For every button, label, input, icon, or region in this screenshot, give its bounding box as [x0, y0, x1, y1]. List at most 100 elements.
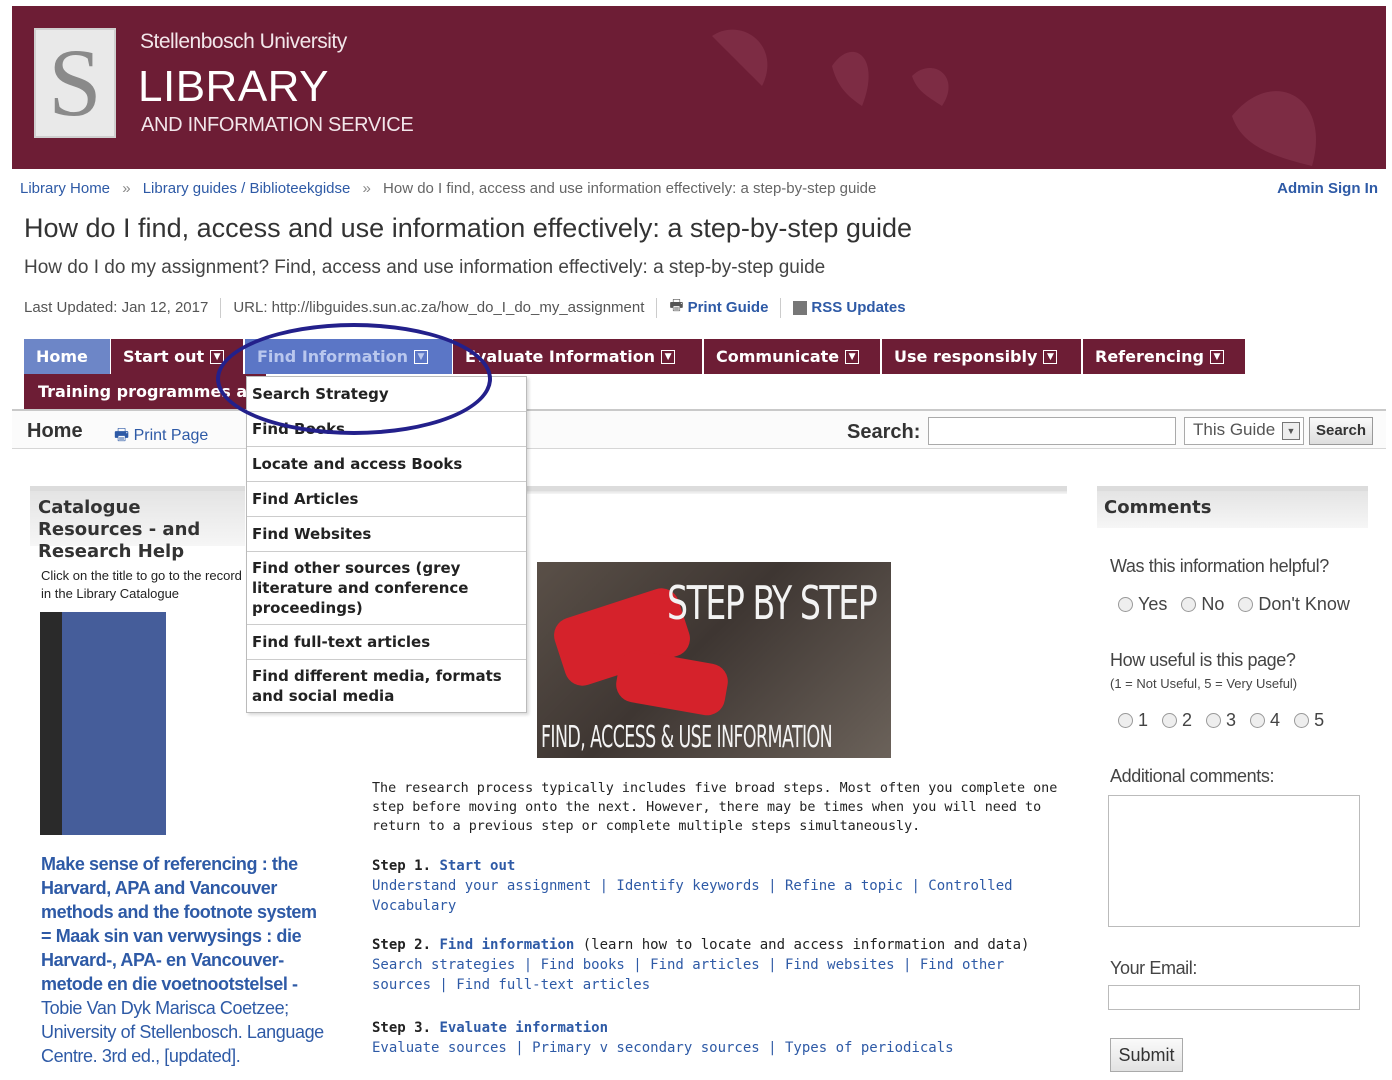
step-3-links[interactable]: Evaluate sources | Primary v secondary s…	[372, 1040, 954, 1056]
breadcrumb-separator: »	[362, 180, 371, 197]
radio-3[interactable]: 3	[1206, 710, 1236, 731]
chevron-down-icon[interactable]: ▼	[845, 349, 860, 364]
radio-no[interactable]: No	[1181, 594, 1224, 615]
header-banner: S Stellenbosch University LIBRARY AND IN…	[12, 6, 1386, 169]
step-2: Step 2. Find information (learn how to l…	[372, 935, 1062, 995]
book-record[interactable]: Make sense of referencing : the Harvard,…	[41, 852, 331, 1068]
chevron-down-icon[interactable]: ▼	[1282, 422, 1300, 440]
page-toolbar: Home 🖶 Print Page Search: This Guide ▼ Se…	[12, 409, 1386, 449]
chevron-down-icon[interactable]: ▼	[1043, 349, 1058, 364]
tab-communicate[interactable]: Communicate ▼	[704, 339, 881, 374]
divider	[220, 297, 222, 318]
guide-meta: Last Updated: Jan 12, 2017 URL: http://l…	[24, 295, 906, 320]
step-2-link[interactable]: Find information	[439, 937, 574, 953]
radio-circle-icon[interactable]	[1206, 713, 1222, 728]
library-name: LIBRARY	[138, 62, 329, 111]
university-logo[interactable]: S	[34, 28, 116, 138]
radio-circle-icon[interactable]	[1118, 597, 1133, 612]
tab-evaluate-information[interactable]: Evaluate Information ▼	[453, 339, 703, 374]
radio-label: Don't Know	[1258, 594, 1350, 614]
radio-circle-icon[interactable]	[1118, 713, 1133, 728]
email-label: Your Email:	[1110, 958, 1197, 978]
hero-title: STEP BY STEP	[667, 576, 878, 630]
radio-circle-icon[interactable]	[1250, 713, 1266, 728]
tab-label: Referencing	[1095, 347, 1204, 366]
usefulness-question: How useful is this page?	[1110, 650, 1296, 670]
guide-url: URL: http://libguides.sun.ac.za/how_do_I…	[233, 299, 645, 316]
usefulness-scale: (1 = Not Useful, 5 = Very Useful)	[1110, 676, 1298, 691]
step-3: Step 3. Evaluate information Evaluate so…	[372, 1018, 1062, 1058]
printer-icon: 🖶	[669, 297, 684, 314]
search-scope-value: This Guide	[1193, 420, 1276, 439]
radio-5[interactable]: 5	[1294, 710, 1324, 731]
leaf-decoration-icon	[712, 29, 1316, 166]
current-page-label: Home	[27, 420, 83, 442]
book-author: Tobie Van Dyk Marisca Coetzee; Universit…	[41, 998, 324, 1066]
menu-item-locate-access-books[interactable]: Locate and access Books	[247, 447, 526, 482]
tab-label: Evaluate Information	[465, 347, 656, 366]
submit-button[interactable]: Submit	[1110, 1038, 1183, 1072]
menu-item-find-other-sources[interactable]: Find other sources (grey literature and …	[247, 552, 526, 625]
radio-1[interactable]: 1	[1118, 710, 1148, 731]
rss-updates-link[interactable]: RSS Updates	[811, 299, 905, 316]
step-1-link[interactable]: Start out	[439, 858, 515, 874]
menu-item-find-different-media[interactable]: Find different media, formats and social…	[247, 660, 526, 712]
menu-item-find-websites[interactable]: Find Websites	[247, 517, 526, 552]
tab-use-responsibly[interactable]: Use responsibly ▼	[882, 339, 1082, 374]
step-1-links[interactable]: Understand your assignment | Identify ke…	[372, 878, 1013, 914]
admin-sign-in-link[interactable]: Admin Sign In	[1277, 180, 1378, 197]
main-box-header	[525, 486, 1067, 494]
email-field[interactable]	[1108, 985, 1360, 1010]
helpful-options: Yes No Don't Know	[1118, 594, 1364, 615]
chevron-down-icon[interactable]: ▼	[1209, 349, 1224, 364]
step-2-note: (learn how to locate and access informat…	[574, 937, 1030, 953]
radio-2[interactable]: 2	[1162, 710, 1192, 731]
breadcrumb-current: How do I find, access and use informatio…	[383, 180, 877, 197]
breadcrumb-separator: »	[122, 180, 131, 197]
rss-icon	[793, 300, 808, 315]
divider	[656, 297, 658, 318]
research-process-intro: The research process typically includes …	[372, 781, 1058, 834]
step-label: Step 1.	[372, 858, 432, 874]
radio-dont-know[interactable]: Don't Know	[1238, 594, 1350, 615]
radio-yes[interactable]: Yes	[1118, 594, 1167, 615]
book-title-link[interactable]: Make sense of referencing : the Harvard,…	[41, 854, 317, 994]
step-label: Step 3.	[372, 1020, 432, 1036]
step-by-step-banner-image: STEP BY STEP FIND, ACCESS & USE INFORMAT…	[537, 562, 891, 758]
radio-label: No	[1201, 594, 1225, 614]
breadcrumb-library-home[interactable]: Library Home	[20, 180, 110, 197]
radio-4[interactable]: 4	[1250, 710, 1280, 731]
radio-label: 1	[1138, 710, 1149, 730]
step-2-links[interactable]: Search strategies | Find books | Find ar…	[372, 957, 1004, 993]
search-scope-select[interactable]: This Guide ▼	[1184, 417, 1304, 445]
menu-item-find-full-text-articles[interactable]: Find full-text articles	[247, 625, 526, 660]
radio-circle-icon[interactable]	[1294, 713, 1310, 728]
radio-circle-icon[interactable]	[1162, 713, 1178, 728]
step-1: Step 1. Start out Understand your assign…	[372, 856, 1062, 916]
hero-subtitle: FIND, ACCESS & USE INFORMATION	[541, 720, 833, 755]
chevron-down-icon[interactable]: ▼	[661, 349, 676, 364]
comments-header: Comments	[1097, 486, 1368, 528]
print-page-label: Print Page	[133, 427, 209, 444]
tab-home[interactable]: Home	[24, 339, 111, 374]
box-title: Catalogue Resources - and Research Help	[38, 497, 201, 562]
tab-label: Home	[36, 347, 88, 366]
book-cover-image[interactable]	[40, 612, 166, 835]
tab-label: Start out	[123, 347, 205, 366]
breadcrumb-library-guides[interactable]: Library guides / Biblioteekgidse	[143, 180, 351, 197]
comments-textarea[interactable]	[1108, 795, 1360, 927]
radio-circle-icon[interactable]	[1238, 597, 1254, 612]
search-label: Search:	[847, 421, 921, 443]
tab-label: Communicate	[716, 347, 840, 366]
menu-item-find-articles[interactable]: Find Articles	[247, 482, 526, 517]
print-guide-link[interactable]: Print Guide	[688, 299, 769, 316]
step-3-link[interactable]: Evaluate information	[439, 1020, 608, 1036]
radio-label: 4	[1270, 710, 1281, 730]
search-button[interactable]: Search	[1309, 417, 1373, 445]
search-input[interactable]	[928, 417, 1176, 445]
radio-circle-icon[interactable]	[1181, 597, 1197, 612]
usefulness-options: 1 2 3 4 5	[1118, 710, 1338, 731]
tab-referencing[interactable]: Referencing ▼	[1083, 339, 1246, 374]
divider	[780, 297, 782, 318]
print-page-link[interactable]: 🖶 Print Page	[114, 424, 208, 451]
